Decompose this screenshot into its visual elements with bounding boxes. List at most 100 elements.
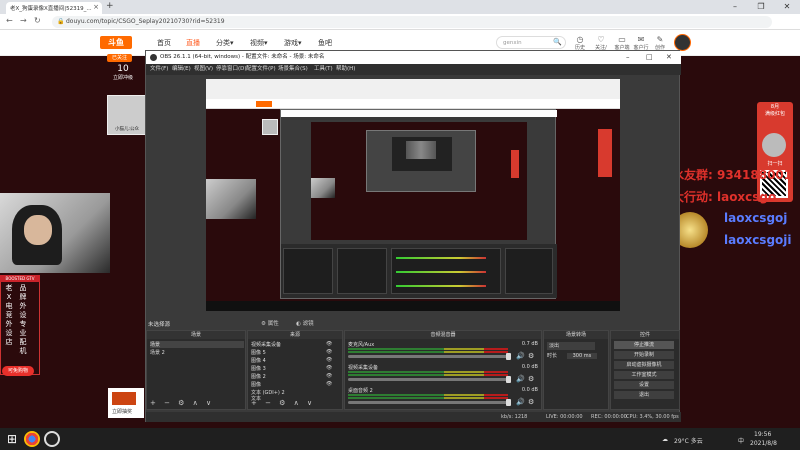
nav-category[interactable]: 分类▾ (216, 38, 234, 48)
banner-title: BOOSTED GTV (0, 275, 40, 282)
menu-profile[interactable]: 配置文件(P) (246, 64, 276, 75)
ime-indicator[interactable]: 中 (738, 436, 744, 445)
virtual-camera-button[interactable]: 启动虚拟摄像机 (614, 361, 674, 369)
start-recording-button[interactable]: 开始录制 (614, 351, 674, 359)
nav-video[interactable]: 视频▾ (250, 38, 268, 48)
create-icon[interactable]: ✎ 创作 (652, 35, 668, 51)
obs-close[interactable]: ✕ (666, 51, 672, 64)
visibility-icon[interactable]: 👁 (326, 349, 332, 355)
scene-item[interactable]: 场景 2 (150, 349, 165, 356)
weather-text[interactable]: 29°C 多云 (674, 436, 703, 445)
nested-cat-thumb (262, 119, 278, 135)
volume-knob[interactable] (506, 376, 511, 383)
menu-tools[interactable]: 工具(T) (314, 64, 333, 75)
nav-fishbar[interactable]: 鱼吧 (318, 38, 332, 48)
nested-meter (396, 285, 486, 287)
volume-slider[interactable] (348, 378, 508, 381)
room-follow-badge[interactable]: 已关注 (107, 54, 132, 62)
source-item[interactable]: 图像 4 (251, 357, 266, 364)
obs-window: OBS 26.1.1 (64-bit, windows) - 配置文件: 未命名… (145, 50, 681, 422)
mixer-channel-mic: 麦克风/Aux 0.7 dB 🔊 ⚙ (348, 341, 538, 363)
source-item[interactable]: 图像 2 (251, 373, 266, 380)
speaker-icon[interactable]: 🔊 (516, 398, 525, 406)
menu-file[interactable]: 文件(F) (150, 64, 168, 75)
speaker-icon[interactable]: 🔊 (516, 352, 525, 360)
back-button[interactable]: ← (6, 16, 13, 25)
windows-start-icon[interactable]: ⊞ (4, 431, 20, 447)
mixer-db: 0.7 dB (521, 341, 538, 347)
scene-item[interactable]: 场景 (150, 341, 244, 348)
visibility-icon[interactable]: 👁 (326, 341, 332, 347)
obs-preview[interactable] (206, 79, 620, 311)
transition-select[interactable]: 淡出 (547, 342, 595, 350)
history-icon[interactable]: ◷ 历史 (572, 35, 588, 51)
obs-taskbar-icon[interactable] (44, 431, 60, 447)
visibility-icon[interactable]: 👁 (326, 357, 332, 363)
chrome-icon[interactable] (24, 431, 40, 447)
obs-maximize[interactable]: □ (646, 51, 653, 64)
studio-mode-button[interactable]: 工作室模式 (614, 371, 674, 379)
properties-button[interactable]: ⚙ 属性 (261, 319, 279, 327)
shop-button[interactable]: 可免购物 (2, 366, 34, 376)
nested-dock-mixer (391, 248, 501, 294)
nav-game[interactable]: 游戏▾ (284, 38, 302, 48)
reload-button[interactable]: ↻ (34, 16, 41, 25)
speaker-icon[interactable]: 🔊 (516, 375, 525, 383)
lottery-text: 立即抽奖 (112, 409, 133, 415)
nested-red-panel-2 (511, 150, 519, 178)
close-button[interactable]: ✕ (774, 0, 800, 14)
source-item[interactable]: 视频采集设备 (251, 341, 281, 348)
nav-home[interactable]: 首页 (157, 38, 171, 48)
volume-slider[interactable] (348, 401, 508, 404)
source-item[interactable]: 图像 (251, 381, 261, 388)
cat-avatar (762, 133, 786, 157)
address-bar[interactable]: douyu.com/topic/CSGO_Seplay20210730?rid=… (52, 16, 772, 28)
gear-icon[interactable]: ⚙ (528, 352, 534, 360)
source-item[interactable]: 图像 3 (251, 365, 266, 372)
nested-chrome-bar (206, 79, 620, 99)
gear-icon[interactable]: ⚙ (528, 398, 534, 406)
nested-obs-2 (366, 130, 476, 192)
audio-meter (348, 394, 508, 396)
scenes-toolbar[interactable]: + − ⚙ ∧ ∨ (150, 399, 214, 407)
browser-tab[interactable]: 老X_狗蛋录像X直播间|52319_... × (6, 2, 102, 14)
stop-streaming-button[interactable]: 停止推流 (614, 341, 674, 349)
new-tab-button[interactable]: + (106, 1, 114, 11)
menu-help[interactable]: 帮助(H) (336, 64, 355, 75)
clock-time[interactable]: 19:56 (754, 431, 771, 438)
obs-minimize[interactable]: – (626, 51, 630, 64)
maximize-button[interactable]: ❐ (748, 0, 774, 14)
volume-slider[interactable] (348, 355, 508, 358)
nested-meter (396, 257, 486, 259)
qq-group-text: 水友群: 934188001 (672, 168, 793, 182)
menu-docks[interactable]: 停靠窗口(D) (216, 64, 247, 75)
minimize-button[interactable]: – (722, 0, 748, 14)
transition-duration[interactable]: 时长 300 ms (547, 352, 603, 359)
exit-button[interactable]: 退出 (614, 391, 674, 399)
volume-knob[interactable] (506, 399, 511, 406)
search-icon[interactable]: 🔍 (553, 38, 562, 46)
menu-scene-collection[interactable]: 场景集合(S) (278, 64, 308, 75)
visibility-icon[interactable]: 👁 (326, 381, 332, 387)
cat-thumbnail[interactable]: 小猫儿:公众 (107, 95, 147, 135)
tab-close-icon[interactable]: × (93, 3, 99, 11)
source-item[interactable]: 图像 5 (251, 349, 266, 356)
gear-icon[interactable]: ⚙ (528, 375, 534, 383)
menu-view[interactable]: 视图(V) (194, 64, 213, 75)
client-icon[interactable]: ▭ 客户端 (614, 35, 630, 51)
user-avatar[interactable] (674, 34, 691, 51)
nested-dock-scenes (283, 248, 333, 294)
mixer-channel-desktop: 桌面音频 2 0.0 dB 🔊 ⚙ (348, 387, 538, 409)
douyu-logo[interactable]: 斗鱼 (100, 36, 132, 49)
sources-toolbar[interactable]: + − ⚙ ∧ ∨ (251, 399, 315, 407)
obs-logo-icon (150, 54, 157, 61)
visibility-icon[interactable]: 👁 (326, 365, 332, 371)
forward-button[interactable]: → (20, 16, 27, 25)
menu-edit[interactable]: 编辑(E) (172, 64, 191, 75)
volume-knob[interactable] (506, 353, 511, 360)
filters-button[interactable]: ◐ 滤镜 (296, 319, 314, 327)
nav-live[interactable]: 直播 (186, 38, 200, 48)
visibility-icon[interactable]: 👁 (326, 373, 332, 379)
settings-button[interactable]: 设置 (614, 381, 674, 389)
clock-date[interactable]: 2021/8/8 (750, 440, 777, 447)
